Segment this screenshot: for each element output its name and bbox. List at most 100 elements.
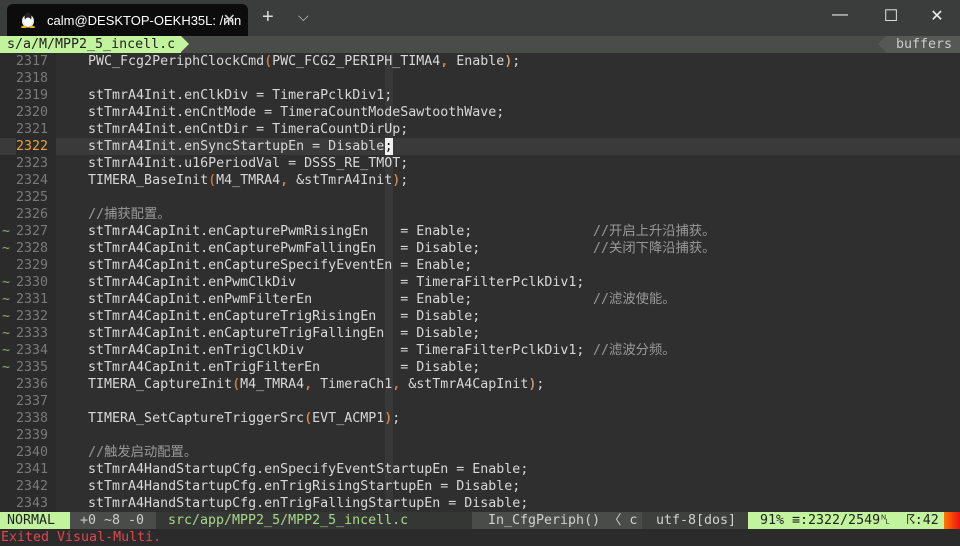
code-line: 2339 bbox=[0, 427, 960, 444]
git-hunks: +0 ~8 -0 bbox=[70, 512, 156, 529]
code-line: 2322 stTmrA4Init.enSyncStartupEn = Disab… bbox=[0, 138, 960, 155]
code-line: ~2327 stTmrA4CapInit.enCapturePwmRisingE… bbox=[0, 223, 960, 240]
warning-indicator bbox=[944, 512, 960, 529]
code-text: stTmrA4Init.enCntMode = TimeraCountModeS… bbox=[56, 105, 505, 120]
code-text: stTmrA4CapInit.enTrigFilterEn = Disable; bbox=[56, 360, 481, 375]
command-line-message: Exited Visual-Multi. bbox=[1, 530, 162, 545]
git-change-sign: ~ bbox=[1, 309, 10, 324]
line-number: 2327 bbox=[16, 223, 56, 240]
line-number: 2332 bbox=[16, 308, 56, 325]
line-number: 2325 bbox=[16, 189, 56, 206]
line-number: 2318 bbox=[16, 70, 56, 87]
code-line: 2336 TIMERA_CaptureInit(M4_TMRA4, Timera… bbox=[0, 376, 960, 393]
code-line: 2318 bbox=[0, 70, 960, 87]
line-number: 2317 bbox=[16, 53, 56, 70]
line-number: 2330 bbox=[16, 274, 56, 291]
close-button[interactable]: ✕ bbox=[922, 6, 952, 26]
line-number: 2322 bbox=[16, 138, 56, 155]
code-text: stTmrA4HandStartupCfg.enTrigRisingStartu… bbox=[56, 479, 521, 494]
code-line: 2340 //触发启动配置。 //触发启动配置。 bbox=[0, 444, 960, 461]
code-text: stTmrA4Init.u16PeriodVal = DSSS_RE_TMOT; bbox=[56, 156, 409, 171]
tab-dropdown-button[interactable]: ⌵ bbox=[298, 8, 309, 25]
code-text: stTmrA4CapInit.enCaptureTrigRisingEn = D… bbox=[56, 309, 481, 324]
line-number: 2333 bbox=[16, 325, 56, 342]
code-text: //触发启动配置。 bbox=[56, 445, 198, 460]
line-number: 2342 bbox=[16, 478, 56, 495]
code-line: 2321 stTmrA4Init.enCntDir = TimeraCountD… bbox=[0, 121, 960, 138]
line-number: 2323 bbox=[16, 155, 56, 172]
line-number: 2329 bbox=[16, 257, 56, 274]
code-text: TIMERA_BaseInit(M4_TMRA4, &stTmrA4Init); bbox=[56, 173, 409, 188]
buffer-tab-current[interactable]: s/a/M/MPP2_5_incell.c bbox=[0, 36, 190, 53]
git-change-sign: ~ bbox=[1, 241, 10, 256]
line-number: 2334 bbox=[16, 342, 56, 359]
buffers-label: buffers bbox=[877, 36, 960, 53]
code-text: stTmrA4CapInit.enCapturePwmRisingEn = En… bbox=[56, 224, 715, 239]
line-number: 2319 bbox=[16, 87, 56, 104]
line-number: 2343 bbox=[16, 495, 56, 512]
code-line: 2338 TIMERA_SetCaptureTriggerSrc(EVT_ACM… bbox=[0, 410, 960, 427]
git-change-sign: ~ bbox=[1, 224, 10, 239]
code-text: stTmrA4Init.enClkDiv = TimeraPclkDiv1; bbox=[56, 88, 393, 103]
code-line: 2337 bbox=[0, 393, 960, 410]
line-number: 2324 bbox=[16, 172, 56, 189]
minimize-button[interactable]: — bbox=[825, 6, 855, 24]
code-line: ~2330 stTmrA4CapInit.enPwmClkDiv = Timer… bbox=[0, 274, 960, 291]
line-number: 2337 bbox=[16, 393, 56, 410]
code-line: 2317 PWC_Fcg2PeriphClockCmd(PWC_FCG2_PER… bbox=[0, 53, 960, 70]
code-text: stTmrA4CapInit.enCapturePwmFallingEn = D… bbox=[56, 241, 715, 256]
file-path: src/app/MPP2_5/MPP2_5_incell.c bbox=[156, 512, 472, 529]
code-text: stTmrA4Init.enCntDir = TimeraCountDirUp; bbox=[56, 122, 409, 137]
code-line: 2320 stTmrA4Init.enCntMode = TimeraCount… bbox=[0, 104, 960, 121]
code-text: //捕获配置。 bbox=[56, 207, 171, 222]
vim-tabline: s/a/M/MPP2_5_incell.c buffers bbox=[0, 36, 960, 53]
code-text: stTmrA4HandStartupCfg.enTrigFallingStart… bbox=[56, 496, 529, 511]
code-text: stTmrA4Init.enSyncStartupEn = Disable; bbox=[56, 139, 393, 154]
line-number: 2320 bbox=[16, 104, 56, 121]
git-change-sign: ~ bbox=[1, 326, 10, 341]
line-number: 2331 bbox=[16, 291, 56, 308]
code-line: 2341 stTmrA4HandStartupCfg.enSpecifyEven… bbox=[0, 461, 960, 478]
code-line: 2329 stTmrA4CapInit.enCaptureSpecifyEven… bbox=[0, 257, 960, 274]
line-number: 2328 bbox=[16, 240, 56, 257]
code-text: TIMERA_SetCaptureTriggerSrc(EVT_ACMP1); bbox=[56, 411, 401, 426]
code-line: 2343 stTmrA4HandStartupCfg.enTrigFalling… bbox=[0, 495, 960, 512]
line-number: 2341 bbox=[16, 461, 56, 478]
code-text: stTmrA4CapInit.enPwmClkDiv = TimeraFilte… bbox=[56, 275, 585, 290]
code-text: stTmrA4CapInit.enCaptureTrigFallingEn = … bbox=[56, 326, 481, 341]
code-line: ~2328 stTmrA4CapInit.enCapturePwmFalling… bbox=[0, 240, 960, 257]
code-line: 2324 TIMERA_BaseInit(M4_TMRA4, &stTmrA4I… bbox=[0, 172, 960, 189]
git-change-sign: ~ bbox=[1, 292, 10, 307]
git-change-sign: ~ bbox=[1, 360, 10, 375]
current-function: In_CfgPeriph() 〈 c bbox=[472, 512, 642, 529]
linux-penguin-icon bbox=[21, 12, 35, 28]
code-line: ~2335 stTmrA4CapInit.enTrigFilterEn = Di… bbox=[0, 359, 960, 376]
new-tab-button[interactable]: + bbox=[262, 6, 274, 29]
code-line: ~2333 stTmrA4CapInit.enCaptureTrigFallin… bbox=[0, 325, 960, 342]
maximize-button[interactable]: ☐ bbox=[876, 6, 906, 26]
code-text: stTmrA4HandStartupCfg.enSpecifyEventStar… bbox=[56, 462, 529, 477]
code-editor[interactable]: 2317 PWC_Fcg2PeriphClockCmd(PWC_FCG2_PER… bbox=[0, 53, 960, 512]
tab-title: calm@DESKTOP-OEKH35L: /mn bbox=[47, 12, 242, 28]
mode-indicator: NORMAL bbox=[0, 512, 70, 529]
code-line: ~2331 stTmrA4CapInit.enPwmFilterEn = Ena… bbox=[0, 291, 960, 308]
line-number: 2338 bbox=[16, 410, 56, 427]
code-text: stTmrA4CapInit.enPwmFilterEn = Enable; /… bbox=[56, 292, 675, 307]
code-text: PWC_Fcg2PeriphClockCmd(PWC_FCG2_PERIPH_T… bbox=[56, 54, 521, 69]
code-line: 2323 stTmrA4Init.u16PeriodVal = DSSS_RE_… bbox=[0, 155, 960, 172]
tab-close-icon[interactable]: ✕ bbox=[223, 10, 236, 30]
line-number: 2336 bbox=[16, 376, 56, 393]
file-encoding: utf-8[dos] bbox=[642, 512, 748, 529]
line-number: 2340 bbox=[16, 444, 56, 461]
line-number: 2335 bbox=[16, 359, 56, 376]
code-line: 2326 //捕获配置。 //捕获配置。 bbox=[0, 206, 960, 223]
code-line: ~2332 stTmrA4CapInit.enCaptureTrigRising… bbox=[0, 308, 960, 325]
title-bar: calm@DESKTOP-OEKH35L: /mn ✕ + ⌵ — ☐ ✕ bbox=[0, 0, 960, 36]
line-number: 2339 bbox=[16, 427, 56, 444]
git-change-sign: ~ bbox=[1, 343, 10, 358]
terminal-tab[interactable]: calm@DESKTOP-OEKH35L: /mn ✕ bbox=[7, 4, 248, 36]
statusline: NORMAL +0 ~8 -0 src/app/MPP2_5/MPP2_5_in… bbox=[0, 512, 960, 529]
cursor-position: 91% ≡:2322/2549␤ ☈:42 bbox=[748, 512, 944, 529]
line-number: 2326 bbox=[16, 206, 56, 223]
code-line: 2342 stTmrA4HandStartupCfg.enTrigRisingS… bbox=[0, 478, 960, 495]
